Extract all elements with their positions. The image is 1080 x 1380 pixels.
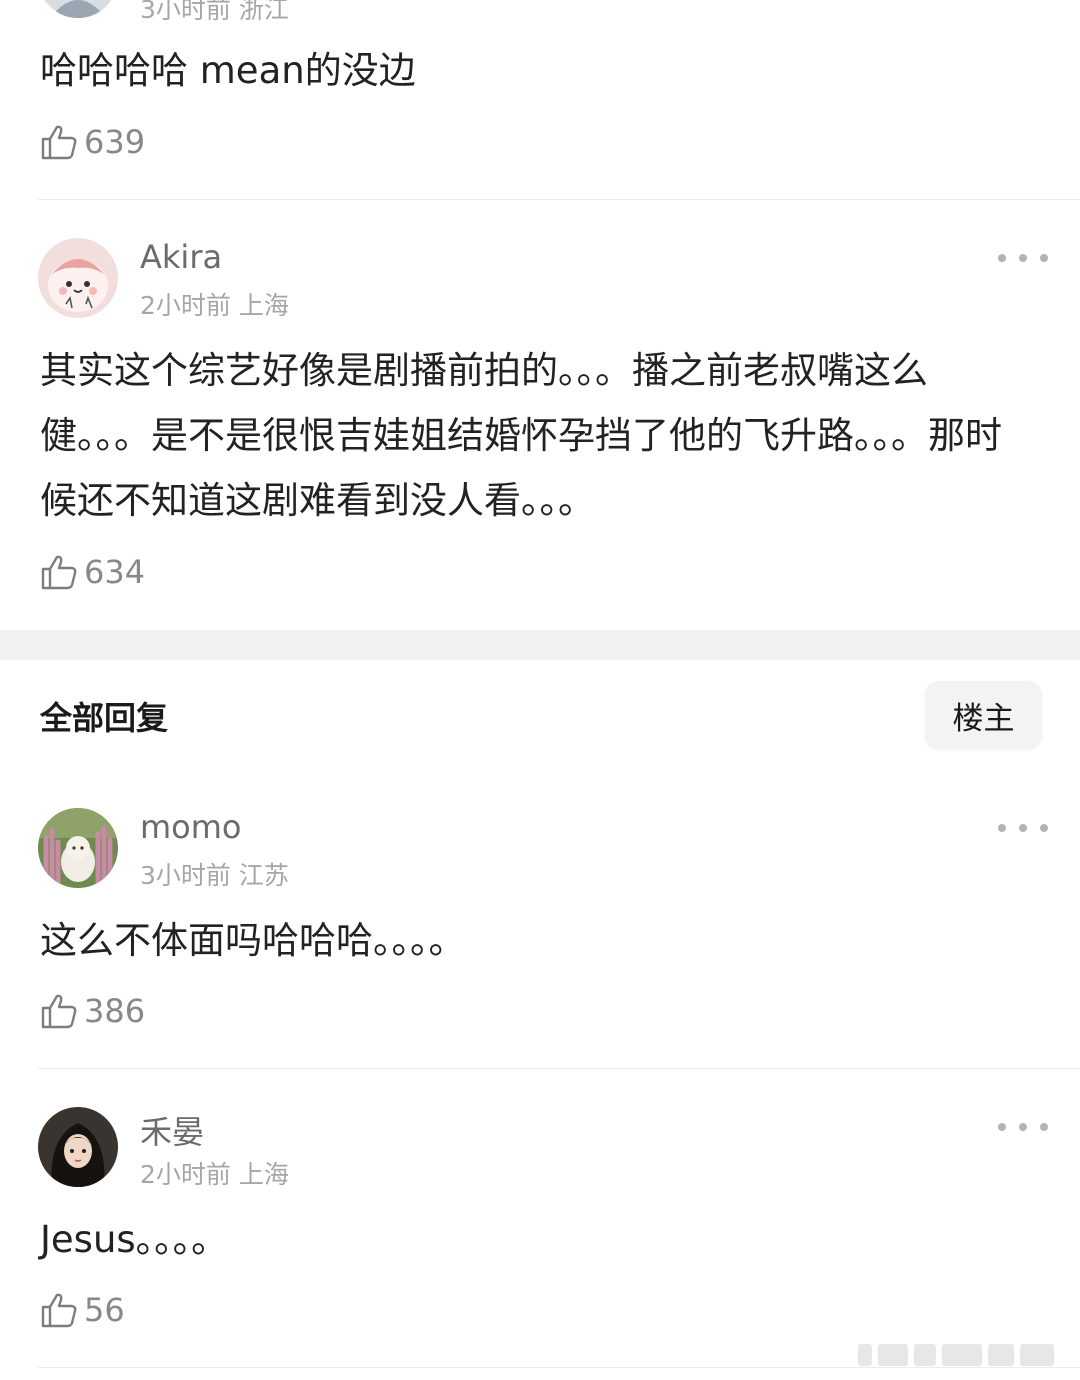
more-dots-icon: [998, 824, 1006, 832]
more-options-button[interactable]: [998, 1115, 1048, 1139]
more-dots-icon: [998, 1123, 1006, 1131]
avatar[interactable]: [38, 238, 118, 318]
like-button[interactable]: 639: [40, 120, 145, 164]
more-options-button[interactable]: [998, 816, 1048, 840]
like-count: 639: [84, 123, 146, 161]
comment-text: 哈哈哈哈 mean的没边: [40, 49, 416, 92]
more-dots-icon: [1040, 1123, 1048, 1131]
more-dots-icon: [1019, 254, 1027, 262]
thumbs-up-icon: [41, 994, 77, 1029]
username[interactable]: Akira: [140, 238, 222, 276]
more-dots-icon: [1040, 254, 1048, 262]
section-separator: [0, 630, 1080, 660]
reply-item: momo 3小时前 江苏 这么不体面吗哈哈哈。。。。 386: [0, 770, 1080, 1070]
comment-meta: 2小时前 上海: [140, 291, 289, 320]
comment-text: 其实这个综艺好像是剧播前拍的。。。播之前老叔嘴这么健。。。是不是很恨吉娃姐结婚怀…: [40, 349, 1002, 522]
op-filter-button[interactable]: 楼主: [925, 681, 1042, 749]
more-options-button[interactable]: [998, 246, 1048, 270]
avatar[interactable]: [38, 808, 118, 888]
comment-meta: 3小时前 江苏: [140, 861, 289, 890]
like-button[interactable]: 386: [40, 989, 145, 1033]
comment-text: Jesus。。。。: [40, 1218, 229, 1261]
username[interactable]: 禾晏: [140, 1107, 204, 1153]
replies-section-title: 全部回复: [40, 699, 169, 737]
like-button[interactable]: 634: [40, 550, 145, 594]
like-count: 634: [84, 553, 146, 591]
comment-text: 这么不体面吗哈哈哈。。。。: [40, 919, 466, 962]
comment-item: Akira 2小时前 上海 其实这个综艺好像是剧播前拍的。。。播之前老叔嘴这么健…: [0, 200, 1080, 630]
comment-meta: 2小时前 上海: [140, 1160, 289, 1189]
more-dots-icon: [1040, 824, 1048, 832]
thumbs-up-icon: [41, 555, 77, 590]
comment-meta: 3小时前 浙江: [140, 0, 289, 24]
like-count: 56: [84, 1291, 125, 1329]
like-button[interactable]: 56: [40, 1288, 125, 1332]
avatar[interactable]: [38, 0, 118, 18]
more-dots-icon: [998, 254, 1006, 262]
username[interactable]: momo: [140, 808, 242, 846]
more-dots-icon: [1019, 824, 1027, 832]
thumbs-up-icon: [41, 125, 77, 160]
more-dots-icon: [1019, 1123, 1027, 1131]
thumbs-up-icon: [41, 1293, 77, 1328]
comment-item: 3小时前 浙江 哈哈哈哈 mean的没边 639: [0, 0, 1080, 200]
avatar[interactable]: [38, 1107, 118, 1187]
like-count: 386: [84, 992, 146, 1030]
reply-item: 禾晏 2小时前 上海 Jesus。。。。 56: [0, 1069, 1080, 1369]
watermark: [858, 1338, 1070, 1372]
